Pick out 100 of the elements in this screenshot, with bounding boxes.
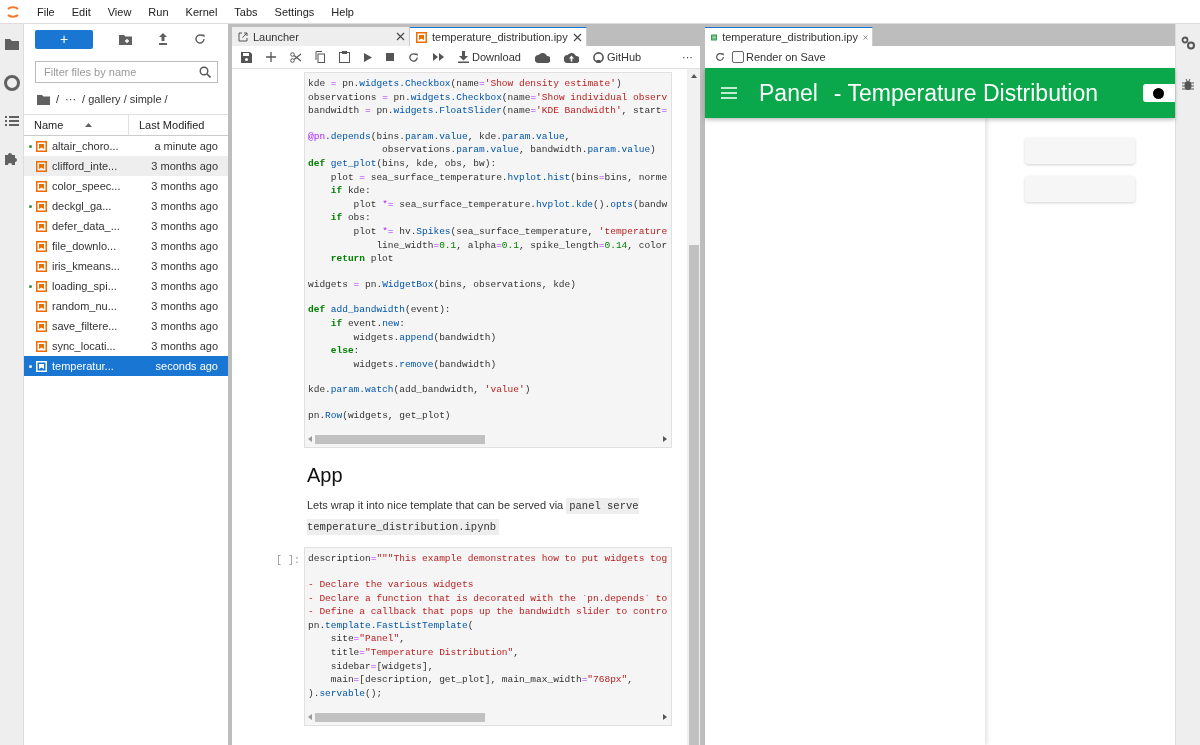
file-row[interactable]: defer_data_... 3 months ago [24, 216, 228, 236]
markdown-paragraph: Lets wrap it into nice template that can be served via panel serve temperature_distribution.ipynb [307, 497, 640, 538]
menu-item[interactable]: View [107, 5, 132, 18]
folder-icon[interactable] [37, 93, 50, 105]
horizontal-scrollbar[interactable] [308, 712, 667, 723]
breadcrumb-item[interactable]: / gallery / simple / [82, 93, 168, 105]
restart-icon[interactable] [408, 51, 419, 63]
paste-icon[interactable] [339, 51, 350, 63]
menu-item[interactable]: Edit [71, 5, 91, 18]
file-name: sync_locati... [52, 340, 117, 352]
more-button[interactable]: ··· [682, 51, 693, 63]
code-line: if kde: [329, 184, 372, 198]
modified-time: 3 months ago [151, 160, 219, 172]
tab[interactable]: temperature_distribution.ipy [410, 27, 587, 46]
filter-field[interactable]: Filter files by name [35, 61, 218, 83]
code-line: bandwidth = pn.widgets.FloatSlider(name='KDE Bandwidth', start= [308, 104, 669, 118]
file-row[interactable]: random_nu... 3 months ago [24, 296, 228, 316]
bug-icon[interactable] [1182, 78, 1194, 91]
copy-icon[interactable] [315, 51, 325, 63]
markdown-heading: App [307, 464, 344, 488]
code-line: widgets = pn.WidgetBox(bins, observations, kde) [308, 277, 577, 292]
close-icon[interactable] [396, 32, 405, 41]
github-button[interactable]: GitHub [592, 51, 642, 63]
file-row[interactable]: sync_locati... 3 months ago [24, 336, 228, 356]
folder-icon[interactable] [3, 37, 20, 51]
tab[interactable]: temperature_distribution.ipy [705, 27, 873, 46]
download-button[interactable]: Download [458, 51, 521, 63]
save-icon[interactable] [241, 51, 252, 63]
code-line: observations.param.value, bandwidth.param.value) [381, 143, 657, 157]
code-line: ).servable(); [308, 686, 384, 701]
launch-icon [238, 31, 248, 42]
notebook-icon [416, 31, 427, 43]
running-icon[interactable] [3, 75, 20, 91]
checkbox[interactable] [732, 51, 744, 63]
code-line: description="""This example demonstrates how to put widgets tog [308, 552, 669, 567]
code-line: return plot [329, 252, 395, 266]
scroll-left-icon[interactable] [308, 714, 312, 721]
file-row[interactable]: temperatur... seconds ago [24, 356, 228, 376]
file-name: defer_data_... [52, 220, 121, 232]
column-header[interactable]: Name [24, 115, 129, 135]
breadcrumb-item[interactable]: ··· [65, 93, 77, 105]
plus-icon[interactable] [266, 52, 276, 62]
close-icon[interactable] [572, 32, 582, 42]
gears-icon[interactable] [1181, 36, 1195, 50]
code-line: plot *= hv.Spikes(sea_surface_temperature, 'temperature [352, 224, 669, 239]
cloud-icon[interactable] [563, 51, 579, 63]
modified-time: a minute ago [154, 140, 219, 152]
file-name: clifford_inte... [52, 160, 119, 172]
code-line: def add_bandwidth(event): [308, 303, 452, 317]
file-row[interactable]: save_filtere... 3 months ago [24, 316, 228, 336]
menu-item[interactable]: Settings [274, 5, 315, 18]
code-cell[interactable] [304, 547, 672, 727]
code-cell[interactable] [304, 72, 672, 449]
file-row[interactable]: altair_choro... a minute ago [24, 136, 228, 156]
app-title: - Temperature Distribution [833, 79, 1098, 107]
fast-forward-icon[interactable] [433, 53, 444, 61]
cloud-icon[interactable] [534, 51, 550, 63]
code-line: plot *= sea_surface_temperature.hvplot.kde().opts(bandw [352, 197, 669, 212]
modified-time: 3 months ago [151, 280, 219, 292]
file-name: temperatur... [52, 360, 115, 372]
menu-item[interactable]: Tabs [234, 5, 258, 18]
theme-toggle[interactable] [1143, 84, 1175, 102]
refresh-icon[interactable] [194, 33, 206, 45]
file-row[interactable]: color_speec... 3 months ago [24, 176, 228, 196]
file-row[interactable]: file_downlo... 3 months ago [24, 236, 228, 256]
new-launcher-button[interactable]: + [35, 29, 93, 49]
cell-prompt: [ ]: [276, 555, 300, 567]
code-line: widgets.remove(bandwidth) [352, 357, 498, 372]
file-row[interactable]: deckgl_ga... 3 months ago [24, 196, 228, 216]
menu-item[interactable]: Run [148, 5, 169, 18]
upload-icon[interactable] [158, 33, 168, 45]
menu-item[interactable]: File [37, 5, 55, 18]
modified-time: 3 months ago [151, 180, 219, 192]
column-header[interactable]: Last Modified [129, 115, 215, 135]
notebook-icon [36, 180, 47, 192]
file-row[interactable]: loading_spi... 3 months ago [24, 276, 228, 296]
vertical-scrollbar[interactable] [687, 69, 700, 745]
cut-icon[interactable] [290, 51, 301, 63]
code-line: observations = pn.widgets.Checkbox(name='Show individual observ [308, 90, 669, 105]
scroll-right-icon[interactable] [663, 714, 667, 721]
run-icon[interactable] [364, 52, 372, 62]
file-name: file_downlo... [52, 240, 118, 252]
scroll-right-icon[interactable] [663, 436, 667, 443]
github-icon [592, 51, 604, 63]
new-folder-icon[interactable] [119, 33, 132, 45]
reload-icon[interactable] [715, 52, 725, 62]
horizontal-scrollbar[interactable] [308, 434, 667, 445]
file-row[interactable]: clifford_inte... 3 months ago [24, 156, 228, 176]
code-line: kde = pn.widgets.Checkbox(name='Show density estimate') [308, 77, 623, 91]
tab[interactable]: Launcher [232, 27, 410, 46]
menu-item[interactable]: Kernel [185, 5, 218, 18]
puzzle-icon[interactable] [4, 151, 19, 166]
code-line: sidebar=[widgets], [329, 659, 435, 674]
scroll-up-icon[interactable] [690, 74, 697, 78]
list-icon[interactable] [4, 115, 19, 127]
file-row[interactable]: iris_kmeans... 3 months ago [24, 256, 228, 276]
breadcrumb-item[interactable]: / [56, 93, 60, 105]
code-line: def get_plot(bins, kde, obs, bw): [308, 156, 498, 171]
menu-item[interactable]: Help [331, 5, 354, 18]
scroll-left-icon[interactable] [308, 436, 312, 443]
